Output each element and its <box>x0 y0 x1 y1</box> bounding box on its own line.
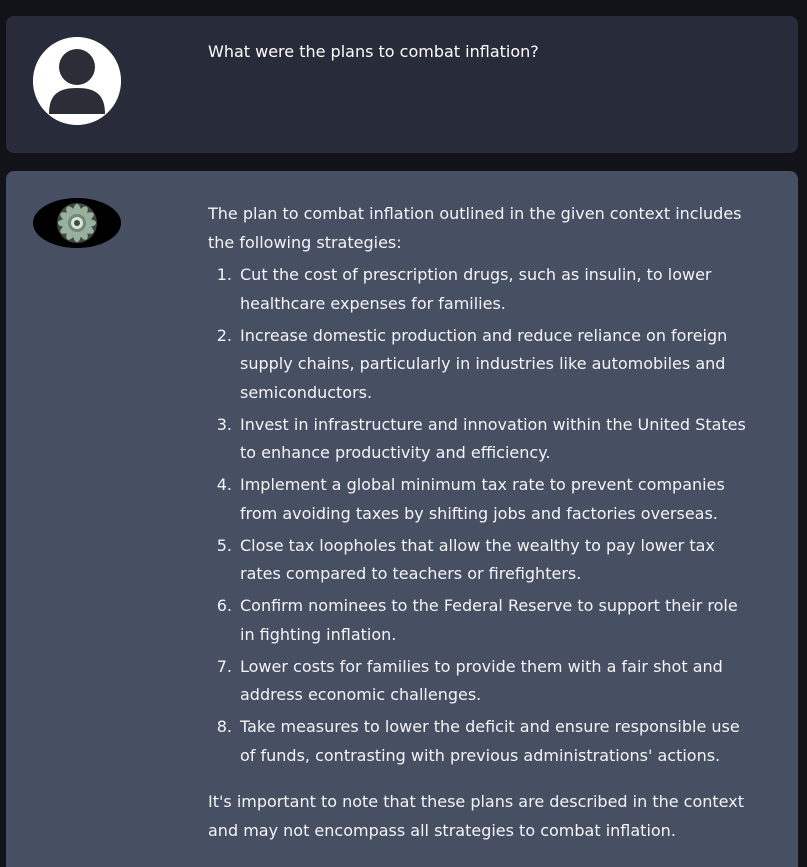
user-message-text: What were the plans to combat inflation? <box>208 42 539 61</box>
list-item-number: 4. <box>216 475 232 494</box>
list-item-text: Close tax loopholes that allow the wealt… <box>240 535 715 584</box>
list-item: 2. Increase domestic production and redu… <box>208 322 748 408</box>
list-item-number: 8. <box>216 717 232 736</box>
assistant-intro-text: The plan to combat inflation outlined in… <box>208 204 742 252</box>
list-item-text: Cut the cost of prescription drugs, such… <box>240 265 712 313</box>
list-item: 5. Close tax loopholes that allow the we… <box>208 532 748 589</box>
chat-page: What were the plans to combat inflation? <box>0 0 807 867</box>
strategy-list: 1. Cut the cost of prescription drugs, s… <box>208 261 748 770</box>
list-item-text: Implement a global minimum tax rate to p… <box>240 475 725 523</box>
assistant-message: The plan to combat inflation outlined in… <box>6 171 798 867</box>
list-item: 7. Lower costs for families to provide t… <box>208 653 748 710</box>
list-item: 1. Cut the cost of prescription drugs, s… <box>208 261 748 318</box>
list-item-number: 6. <box>216 596 232 615</box>
user-message: What were the plans to combat inflation? <box>6 16 798 153</box>
list-item-number: 5. <box>216 535 232 555</box>
list-item: 4. Implement a global minimum tax rate t… <box>208 471 748 528</box>
list-item-number: 7. <box>216 656 232 676</box>
list-item-number: 2. <box>216 325 232 345</box>
list-item: 3. Invest in infrastructure and innovati… <box>208 411 748 468</box>
user-avatar-icon <box>33 37 121 125</box>
assistant-message-body: The plan to combat inflation outlined in… <box>208 200 748 845</box>
list-item-number: 1. <box>216 265 232 284</box>
list-item: 6. Confirm nominees to the Federal Reser… <box>208 592 748 649</box>
list-item-text: Increase domestic production and reduce … <box>240 325 728 402</box>
assistant-closing-text: It's important to note that these plans … <box>208 792 744 840</box>
list-item-text: Confirm nominees to the Federal Reserve … <box>240 596 738 644</box>
list-item-text: Take measures to lower the deficit and e… <box>240 717 740 765</box>
list-item-text: Lower costs for families to provide them… <box>240 656 723 705</box>
list-item-text: Invest in infrastructure and innovation … <box>240 414 746 463</box>
list-item: 8. Take measures to lower the deficit an… <box>208 713 748 770</box>
list-item-number: 3. <box>216 414 232 434</box>
assistant-avatar-icon <box>33 198 121 248</box>
